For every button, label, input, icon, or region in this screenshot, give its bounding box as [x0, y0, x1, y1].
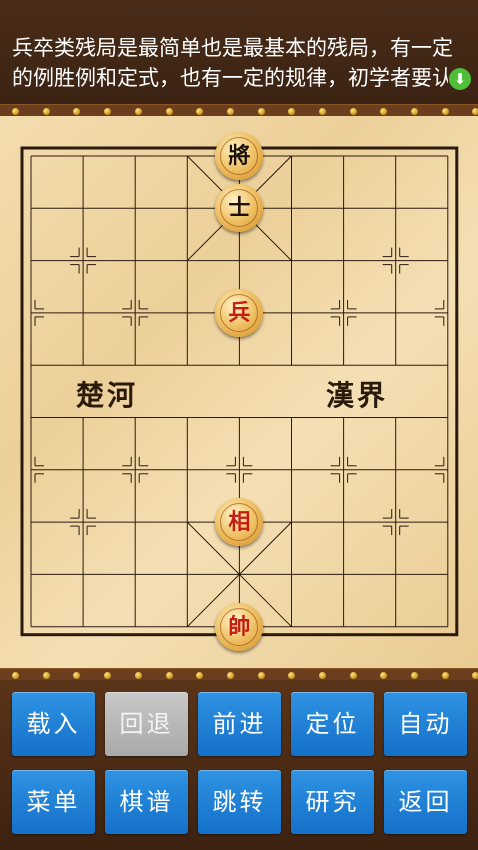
frame-stud — [380, 108, 387, 115]
frame-stud — [442, 672, 449, 679]
river-label-han-jie: 漢界 — [326, 379, 389, 412]
intro-text-panel: 兵卒类残局是最简单也是最基本的残局，有一定 的例胜例和定式，也有一定的规律，初学… — [0, 0, 478, 104]
xiangqi-board[interactable]: 楚河 漢界 將士兵相帥 — [0, 116, 478, 668]
piece-label: 帥 — [220, 607, 259, 646]
frame-stud — [258, 672, 265, 679]
frame-stud — [227, 672, 234, 679]
piece-label: 士 — [220, 189, 259, 228]
control-toolbar: 载入 回退 前进 定位 自动 菜单 棋谱 跳转 研究 返回 — [0, 680, 478, 850]
frame-stud — [166, 672, 173, 679]
frame-stud — [380, 672, 387, 679]
frame-stud — [288, 672, 295, 679]
frame-stud — [196, 672, 203, 679]
frame-stud — [104, 108, 111, 115]
frame-stud — [12, 672, 19, 679]
locate-button[interactable]: 定位 — [291, 692, 374, 756]
red-soldier-piece[interactable]: 兵 — [215, 288, 264, 337]
intro-text-line-1: 兵卒类残局是最简单也是最基本的残局，有一定 — [12, 36, 453, 60]
frame-stud — [288, 108, 295, 115]
frame-stud — [73, 108, 80, 115]
piece-label: 將 — [220, 137, 259, 175]
frame-stud — [472, 672, 478, 679]
intro-text-line-2: 的例胜例和定式，也有一定的规律，初学者要认 — [12, 66, 448, 90]
game-record-button[interactable]: 棋谱 — [105, 770, 188, 834]
frame-stud — [411, 108, 418, 115]
frame-stud — [350, 108, 357, 115]
frame-stud — [319, 672, 326, 679]
frame-stud — [350, 672, 357, 679]
frame-stud — [43, 108, 50, 115]
frame-stud — [12, 108, 19, 115]
piece-label: 相 — [220, 503, 259, 542]
back-button[interactable]: 返回 — [384, 770, 467, 834]
frame-stud — [43, 672, 50, 679]
frame-stud — [258, 108, 265, 115]
frame-stud — [104, 672, 111, 679]
river-label-chu-he: 楚河 — [76, 379, 139, 412]
frame-stud — [319, 108, 326, 115]
expand-down-icon[interactable]: ⬇ — [449, 68, 471, 90]
auto-play-button[interactable]: 自动 — [384, 692, 467, 756]
frame-stud — [442, 108, 449, 115]
frame-stud — [166, 108, 173, 115]
frame-stud — [135, 672, 142, 679]
undo-button[interactable]: 回退 — [105, 692, 188, 756]
frame-stud — [73, 672, 80, 679]
forward-button[interactable]: 前进 — [198, 692, 281, 756]
jump-button[interactable]: 跳转 — [198, 770, 281, 834]
frame-stud — [227, 108, 234, 115]
menu-button[interactable]: 菜单 — [12, 770, 95, 834]
frame-stud — [472, 108, 478, 115]
frame-stud — [135, 108, 142, 115]
research-button[interactable]: 研究 — [291, 770, 374, 834]
piece-label: 兵 — [220, 293, 259, 332]
red-general-piece[interactable]: 帥 — [215, 602, 264, 651]
frame-stud — [411, 672, 418, 679]
load-button[interactable]: 载入 — [12, 692, 95, 756]
frame-stud — [196, 108, 203, 115]
